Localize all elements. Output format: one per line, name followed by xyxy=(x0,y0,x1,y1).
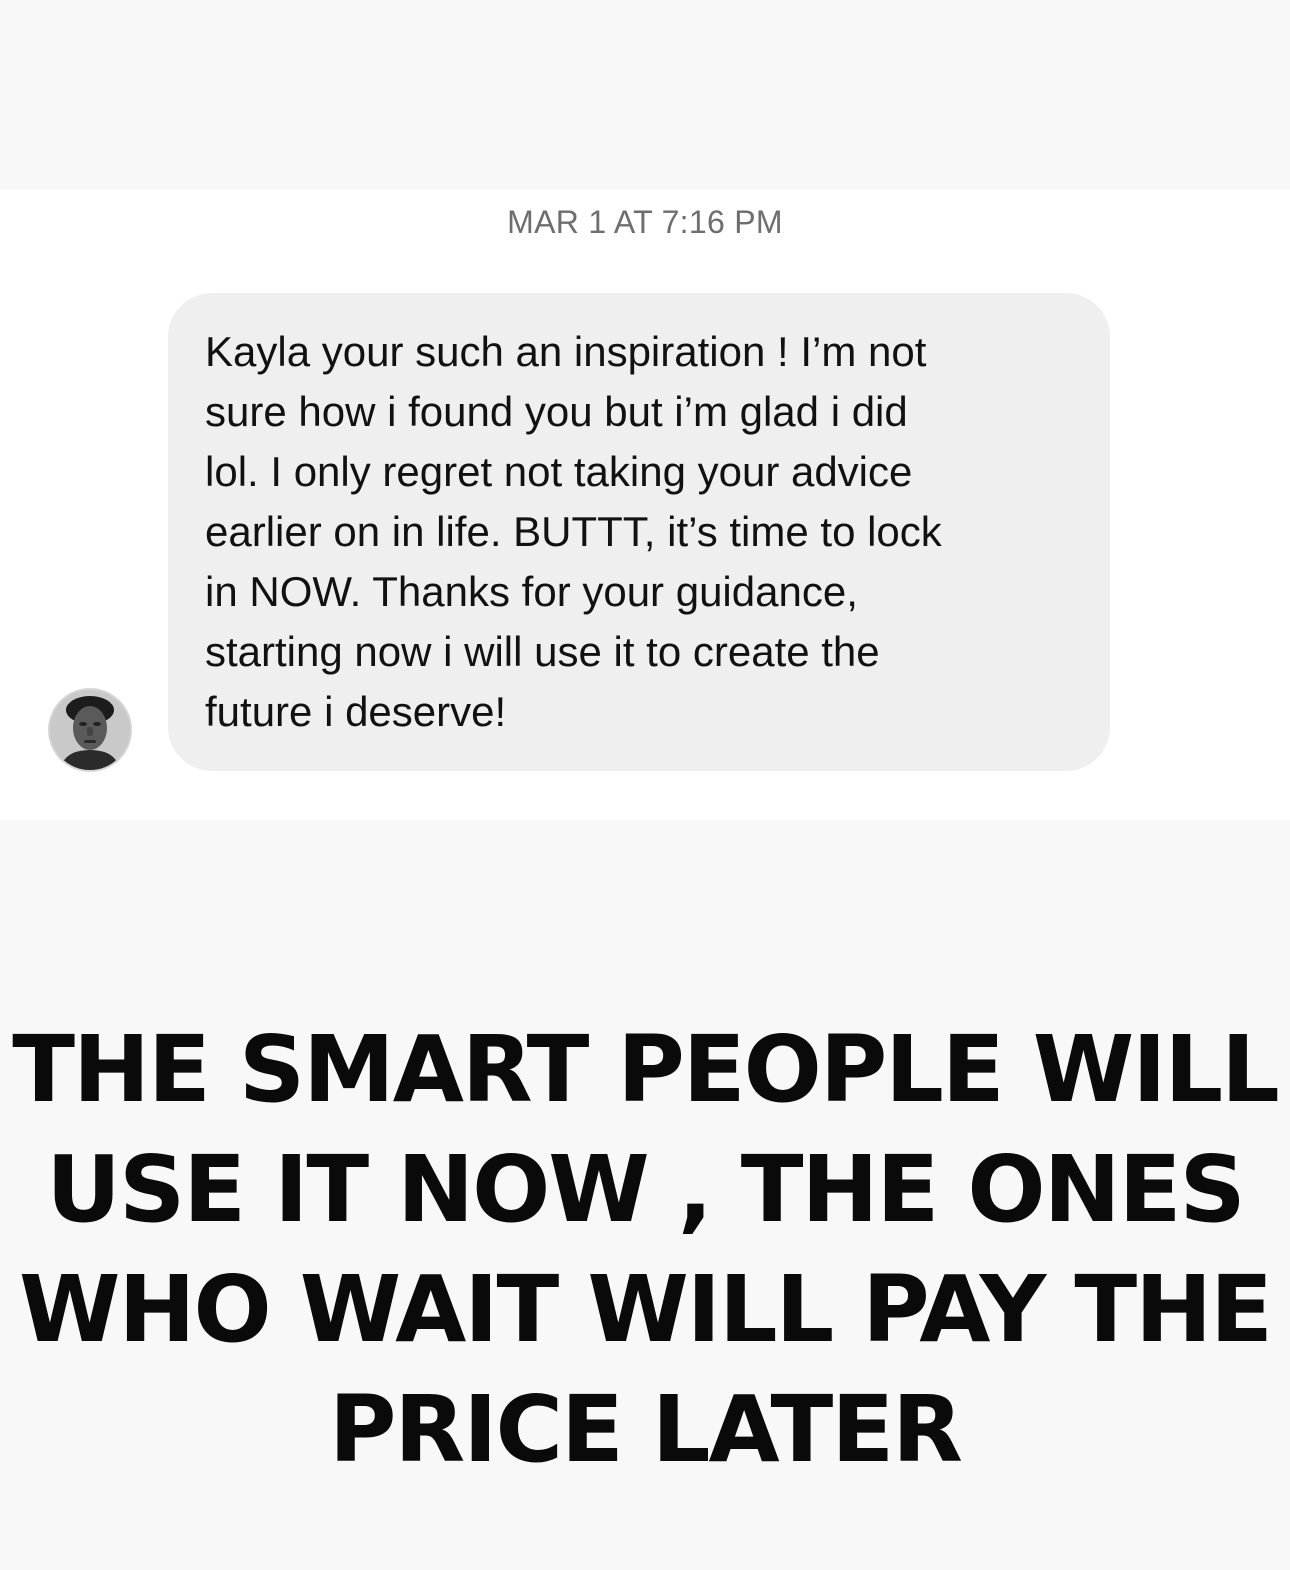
sender-avatar-icon[interactable] xyxy=(48,688,132,772)
message-bubble[interactable]: Kayla your such an inspiration ! I’m not… xyxy=(168,293,1110,771)
top-blank-area xyxy=(0,0,1290,190)
avatar-photo xyxy=(50,690,130,770)
message-text: Kayla your such an inspiration ! I’m not… xyxy=(205,328,942,735)
caption-text: THE SMART PEOPLE WILL USE IT NOW , THE O… xyxy=(12,1016,1280,1483)
message-timestamp: MAR 1 AT 7:16 PM xyxy=(507,204,783,240)
